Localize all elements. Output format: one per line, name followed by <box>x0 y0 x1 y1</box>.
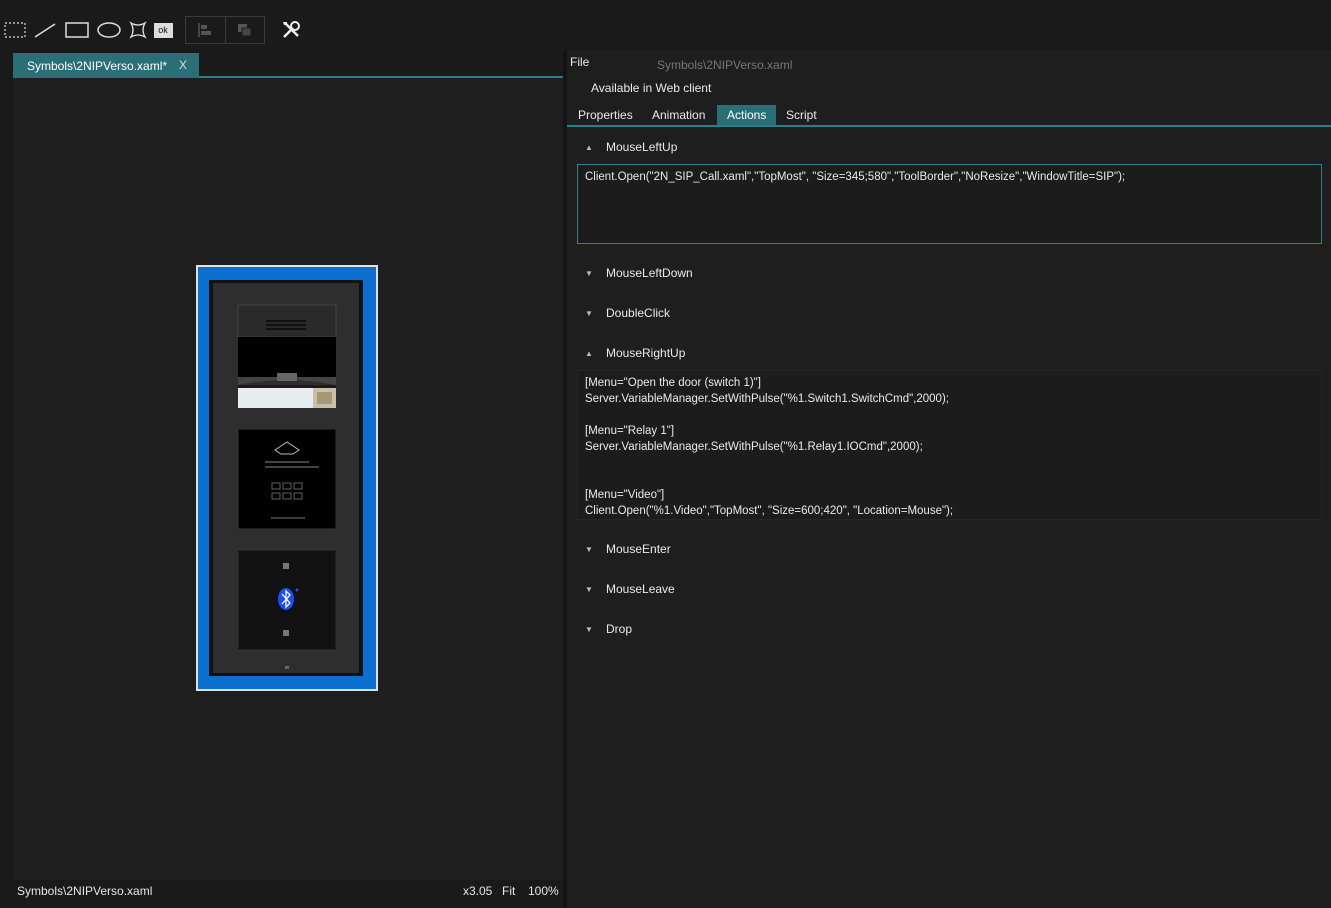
event-label: MouseLeftUp <box>606 140 678 154</box>
expand-arrow-icon: ▼ <box>585 544 593 554</box>
polygon-tool-icon <box>129 21 147 39</box>
polygon-tool-button[interactable] <box>127 16 149 44</box>
event-mouse-left-down[interactable]: ▼ MouseLeftDown <box>585 264 693 282</box>
document-tab-close-button[interactable]: X <box>179 58 187 72</box>
rectangle-tool-icon <box>65 22 89 38</box>
ellipse-tool-button[interactable] <box>95 16 123 44</box>
left-gutter <box>0 50 13 908</box>
tab-animation[interactable]: Animation <box>642 105 715 125</box>
document-tabbar: Symbols\2NIPVerso.xaml* X <box>13 50 563 78</box>
event-mouse-right-up[interactable]: ▲ MouseRightUp <box>585 344 685 362</box>
device-screw <box>285 666 289 669</box>
event-mouse-left-up[interactable]: ▲ MouseLeftUp <box>585 138 677 156</box>
event-double-click[interactable]: ▼ DoubleClick <box>585 304 670 322</box>
align-button-group <box>185 16 265 44</box>
design-canvas[interactable] <box>13 80 563 880</box>
event-label: MouseEnter <box>606 542 671 556</box>
file-path: Symbols\2NIPVerso.xaml <box>657 58 793 72</box>
expand-arrow-icon: ▼ <box>585 268 593 278</box>
status-bar: Symbols\2NIPVerso.xaml x3.05 Fit 100% <box>13 880 563 908</box>
tools-button[interactable] <box>279 16 303 44</box>
event-mouse-enter[interactable]: ▼ MouseEnter <box>585 540 671 558</box>
line-tool-button[interactable] <box>32 16 58 44</box>
properties-tabs: Properties Animation Actions Script <box>567 105 1331 127</box>
document-tab[interactable]: Symbols\2NIPVerso.xaml* X <box>13 53 199 78</box>
selection-tool-icon <box>4 22 26 38</box>
tab-script[interactable]: Script <box>776 105 827 125</box>
document-panel: Symbols\2NIPVerso.xaml* X Symbols\2NIPVe… <box>13 50 563 908</box>
event-label: MouseLeftDown <box>606 266 693 280</box>
expand-arrow-icon: ▼ <box>585 308 593 318</box>
tab-properties[interactable]: Properties <box>568 105 643 125</box>
expand-arrow-icon: ▼ <box>585 624 593 634</box>
intercom-symbol[interactable] <box>13 80 563 880</box>
event-label: MouseLeave <box>606 582 675 596</box>
expand-arrow-icon: ▼ <box>585 584 593 594</box>
event-label: MouseRightUp <box>606 346 686 360</box>
button-tool-icon: ok <box>153 22 173 38</box>
zoom-100-button[interactable]: 100% <box>528 884 559 898</box>
collapse-arrow-icon: ▲ <box>585 348 593 358</box>
document-tab-label: Symbols\2NIPVerso.xaml* <box>27 58 168 73</box>
tools-icon <box>283 21 300 38</box>
web-client-label[interactable]: Available in Web client <box>591 81 711 95</box>
event-label: DoubleClick <box>606 306 671 320</box>
file-label: File <box>570 55 590 69</box>
camera-module <box>237 304 337 408</box>
fit-button[interactable]: Fit <box>502 884 515 898</box>
arrange-icon <box>237 24 252 37</box>
arrange-button[interactable] <box>224 17 265 43</box>
status-path: Symbols\2NIPVerso.xaml <box>17 884 153 898</box>
event-drop[interactable]: ▼ Drop <box>585 620 632 638</box>
toolbar: ok <box>0 0 1331 50</box>
keypad-module <box>237 428 337 530</box>
align-left-button[interactable] <box>186 17 225 43</box>
ellipse-tool-icon <box>97 22 121 38</box>
zoom-factor: x3.05 <box>463 884 493 898</box>
mouse-right-up-code-editor[interactable]: [Menu="Open the door (switch 1)"] Server… <box>577 370 1322 520</box>
rectangle-tool-button[interactable] <box>63 16 91 44</box>
tab-actions[interactable]: Actions <box>717 105 777 125</box>
event-mouse-leave[interactable]: ▼ MouseLeave <box>585 580 675 598</box>
line-tool-icon <box>34 23 56 38</box>
collapse-arrow-icon: ▲ <box>585 142 593 152</box>
selection-tool-button[interactable] <box>2 16 28 44</box>
align-left-icon <box>198 23 212 37</box>
bluetooth-module <box>237 549 337 651</box>
properties-panel: File Symbols\2NIPVerso.xaml Available in… <box>567 50 1331 908</box>
mouse-left-up-code-editor[interactable]: Client.Open("2N_SIP_Call.xaml","TopMost"… <box>577 164 1322 244</box>
event-label: Drop <box>606 622 633 636</box>
button-tool-button[interactable]: ok <box>152 16 174 44</box>
